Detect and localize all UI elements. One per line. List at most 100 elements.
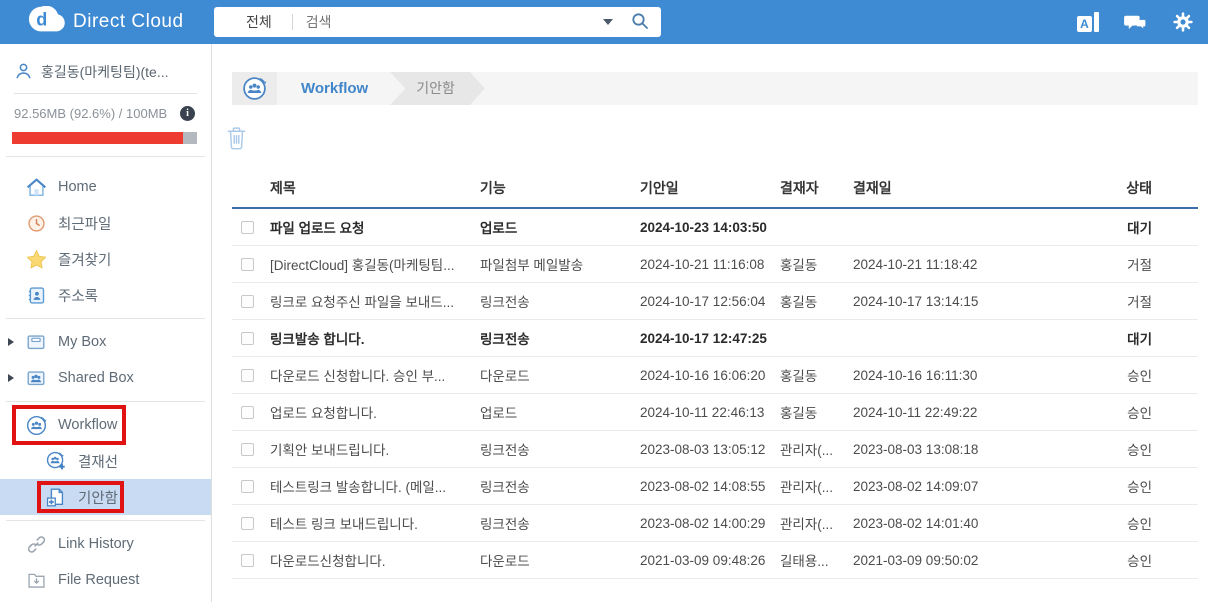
search-button[interactable] xyxy=(631,12,649,33)
sidebar-item-label: Link History xyxy=(58,536,134,552)
sidebar-item-home[interactable]: Home xyxy=(0,169,211,205)
row-title: [DirectCloud] 홍길동(마케팅팀... xyxy=(270,254,480,274)
row-function: 업로드 xyxy=(480,402,640,422)
row-approver: 관리자(... xyxy=(780,513,853,533)
row-draft-date: 2023-08-02 14:00:29 xyxy=(640,516,780,531)
row-approver: 홍길동 xyxy=(780,402,853,422)
row-status: 대기 xyxy=(1080,217,1198,237)
table-row[interactable]: 다운로드신청합니다. 다운로드 2021-03-09 09:48:26 길태용.… xyxy=(232,542,1198,579)
row-approval-date: 2023-08-02 14:01:40 xyxy=(853,516,1080,531)
sidebar-item-approval-line[interactable]: 결재선 xyxy=(0,443,211,479)
draft-box-icon xyxy=(44,485,68,509)
row-title: 다운로드 신청합니다. 승인 부... xyxy=(270,365,480,385)
row-approver: 홍길동 xyxy=(780,365,853,385)
row-checkbox[interactable] xyxy=(241,480,254,493)
chat-icon[interactable] xyxy=(1123,11,1148,34)
user-name: 홍길동(마케팅팀)(te... xyxy=(41,62,169,82)
row-checkbox[interactable] xyxy=(241,369,254,382)
info-icon[interactable] xyxy=(180,106,195,121)
directcloud-logo[interactable]: d Direct Cloud xyxy=(28,6,184,38)
row-checkbox[interactable] xyxy=(241,443,254,456)
main-content: Workflow 기안함 제목 기능 기안일 결재자 결재일 상태 파일 업로드… xyxy=(213,44,1208,602)
chevron-down-icon[interactable] xyxy=(603,19,613,25)
table-row[interactable]: 링크로 요청주신 파일을 보내드... 링크전송 2024-10-17 12:5… xyxy=(232,283,1198,320)
column-header-draft-date: 기안일 xyxy=(640,178,780,198)
workflow-table-body: 파일 업로드 요청 업로드 2024-10-23 14:03:50 대기 [Di… xyxy=(232,209,1198,579)
row-status: 거절 xyxy=(1080,291,1198,311)
breadcrumb-root[interactable]: Workflow xyxy=(301,80,368,97)
sidebar-item-shared-box[interactable]: Shared Box xyxy=(0,360,211,396)
row-approver: 관리자(... xyxy=(780,439,853,459)
sidebar-item-label: 주소록 xyxy=(58,285,98,306)
row-status: 승인 xyxy=(1080,476,1198,496)
sidebar-item-address-book[interactable]: 주소록 xyxy=(0,277,211,313)
row-approval-date: 2024-10-16 16:11:30 xyxy=(853,368,1080,383)
gear-icon[interactable] xyxy=(1172,11,1194,33)
sidebar-item-label: Workflow xyxy=(58,417,117,433)
table-row[interactable]: 테스트 링크 보내드립니다. 링크전송 2023-08-02 14:00:29 … xyxy=(232,505,1198,542)
table-row[interactable]: 링크발송 합니다. 링크전송 2024-10-17 12:47:25 대기 xyxy=(232,320,1198,357)
search-input[interactable] xyxy=(306,14,603,30)
row-title: 테스트 링크 보내드립니다. xyxy=(270,513,480,533)
table-row[interactable]: 업로드 요청합니다. 업로드 2024-10-11 22:46:13 홍길동 2… xyxy=(232,394,1198,431)
delete-button[interactable] xyxy=(225,125,248,153)
row-checkbox[interactable] xyxy=(241,295,254,308)
column-header-function: 기능 xyxy=(480,178,640,198)
row-status: 승인 xyxy=(1080,550,1198,570)
storage-progress xyxy=(12,132,197,144)
row-draft-date: 2024-10-21 11:16:08 xyxy=(640,257,780,272)
row-title: 업로드 요청합니다. xyxy=(270,402,480,422)
user-icon xyxy=(14,61,33,83)
row-checkbox[interactable] xyxy=(241,332,254,345)
row-status: 승인 xyxy=(1080,365,1198,385)
row-checkbox[interactable] xyxy=(241,221,254,234)
row-approver: 홍길동 xyxy=(780,291,853,311)
sidebar-item-draft-box[interactable]: 기안함 xyxy=(0,479,211,515)
table-row[interactable]: 다운로드 신청합니다. 승인 부... 다운로드 2024-10-16 16:0… xyxy=(232,357,1198,394)
sidebar-item-workflow[interactable]: Workflow xyxy=(0,407,211,443)
row-approver: 홍길동 xyxy=(780,254,853,274)
sidebar-item-link-history[interactable]: Link History xyxy=(0,526,211,562)
storage-progress-fill xyxy=(12,132,183,144)
row-status: 대기 xyxy=(1080,328,1198,348)
row-draft-date: 2024-10-16 16:06:20 xyxy=(640,368,780,383)
sidebar: 홍길동(마케팅팀)(te... 92.56MB (92.6%) / 100MB … xyxy=(0,44,212,602)
row-function: 링크전송 xyxy=(480,439,640,459)
table-row[interactable]: 파일 업로드 요청 업로드 2024-10-23 14:03:50 대기 xyxy=(232,209,1198,246)
expand-arrow-icon[interactable] xyxy=(8,338,14,346)
table-row[interactable]: [DirectCloud] 홍길동(마케팅팀... 파일첨부 메일발송 2024… xyxy=(232,246,1198,283)
sidebar-item-my-box[interactable]: My Box xyxy=(0,324,211,360)
table-row[interactable]: 테스트링크 발송합니다. (메일... 링크전송 2023-08-02 14:0… xyxy=(232,468,1198,505)
row-status: 거절 xyxy=(1080,254,1198,274)
sidebar-item-label: File Request xyxy=(58,572,139,588)
user-info[interactable]: 홍길동(마케팅팀)(te... xyxy=(0,44,211,93)
row-checkbox[interactable] xyxy=(241,258,254,271)
divider xyxy=(292,14,293,30)
expand-arrow-icon[interactable] xyxy=(8,374,14,382)
sidebar-item-label: Home xyxy=(58,179,97,195)
row-checkbox[interactable] xyxy=(241,517,254,530)
row-draft-date: 2023-08-03 13:05:12 xyxy=(640,442,780,457)
sidebar-item-file-request[interactable]: File Request xyxy=(0,562,211,598)
sidebar-item-recent-files[interactable]: 최근파일 xyxy=(0,205,211,241)
row-approver: 길태용... xyxy=(780,550,853,570)
office-language-icon[interactable] xyxy=(1077,12,1099,32)
sidebar-item-favorites[interactable]: 즐겨찾기 xyxy=(0,241,211,277)
breadcrumb-current[interactable]: 기안함 xyxy=(390,72,485,105)
search-scope-selector[interactable]: 전체 xyxy=(246,12,272,32)
header-icon-group xyxy=(1077,0,1194,44)
sidebar-item-label: 결재선 xyxy=(78,451,118,472)
row-function: 다운로드 xyxy=(480,550,640,570)
row-checkbox[interactable] xyxy=(241,406,254,419)
bar-icon xyxy=(1094,12,1099,32)
sidebar-item-label: My Box xyxy=(58,334,106,350)
search-icon xyxy=(631,12,649,33)
storage-usage-text: 92.56MB (92.6%) / 100MB xyxy=(14,106,167,121)
workflow-icon xyxy=(24,413,48,437)
divider xyxy=(6,318,205,319)
star-icon xyxy=(24,247,48,271)
table-row[interactable]: 기획안 보내드립니다. 링크전송 2023-08-03 13:05:12 관리자… xyxy=(232,431,1198,468)
row-checkbox[interactable] xyxy=(241,554,254,567)
column-header-status: 상태 xyxy=(1080,178,1198,198)
row-title: 다운로드신청합니다. xyxy=(270,550,480,570)
